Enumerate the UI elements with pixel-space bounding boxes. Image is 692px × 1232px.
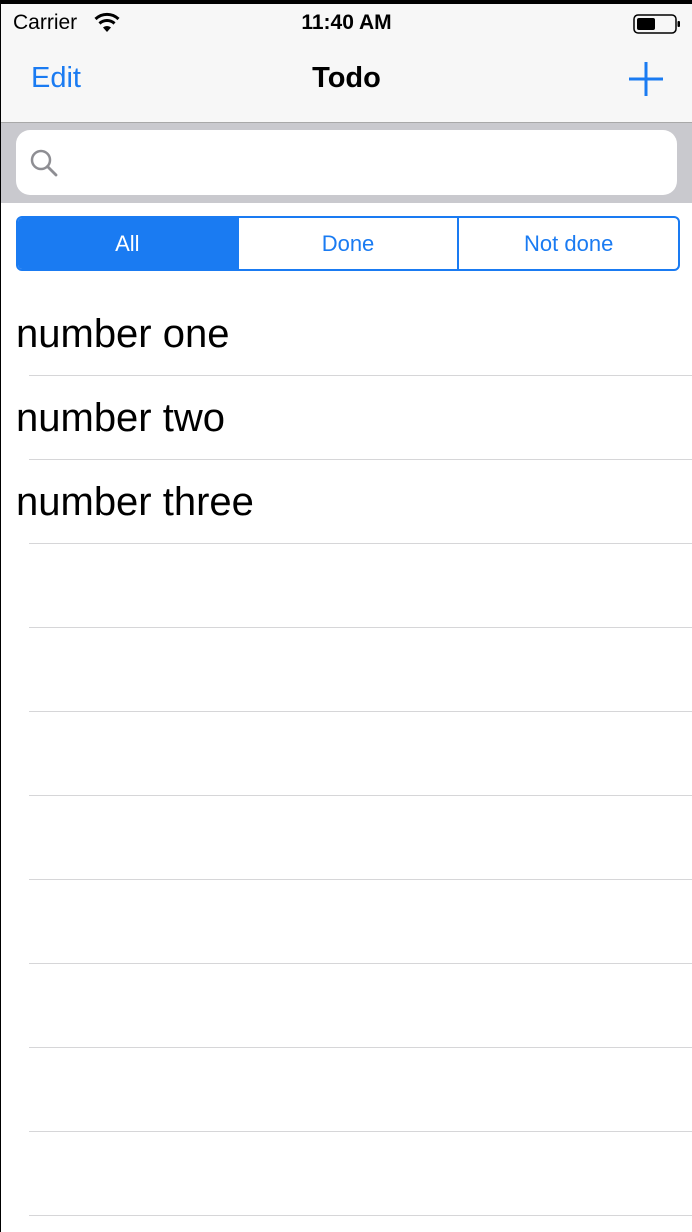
todo-label: number three (16, 480, 254, 524)
segment-not-done[interactable]: Not done (457, 218, 678, 269)
empty-row (1, 628, 692, 712)
status-time: 11:40 AM (301, 11, 392, 34)
search-input[interactable] (68, 142, 662, 184)
search-field[interactable] (16, 130, 677, 195)
todo-row[interactable]: number two (1, 376, 692, 460)
todo-list: number one number two number three (1, 292, 692, 1216)
page-title: Todo (312, 62, 381, 94)
todo-row[interactable]: number three (1, 460, 692, 544)
empty-row (1, 1048, 692, 1132)
empty-row (1, 1132, 692, 1216)
empty-row (1, 544, 692, 628)
empty-row (1, 880, 692, 964)
status-bar: Carrier 11:40 AM (1, 4, 692, 42)
filter-segmented-control: All Done Not done (16, 216, 680, 271)
segment-all[interactable]: All (18, 218, 237, 269)
segment-done[interactable]: Done (236, 218, 458, 269)
search-icon (30, 149, 58, 177)
empty-row (1, 796, 692, 880)
search-bar (1, 123, 692, 203)
empty-row (1, 964, 692, 1048)
todo-label: number two (16, 396, 225, 440)
row-separator (29, 1215, 692, 1216)
todo-label: number one (16, 312, 230, 356)
app-screen: Carrier 11:40 AM Edit Todo All Done Not … (1, 4, 692, 1232)
todo-row[interactable]: number one (1, 292, 692, 376)
plus-icon[interactable] (627, 60, 665, 98)
empty-row (1, 712, 692, 796)
navigation-bar: Edit Todo (1, 42, 692, 123)
battery-icon (633, 14, 680, 34)
